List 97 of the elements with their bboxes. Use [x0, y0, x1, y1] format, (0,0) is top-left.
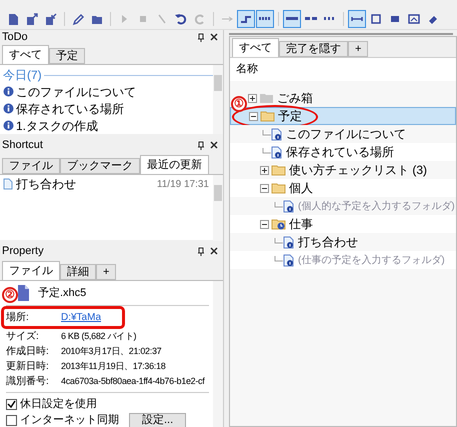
tree-label: 使い方チェックリスト (3) — [289, 162, 427, 179]
pin-icon — [197, 140, 205, 150]
timestamp: 11/19 17:31 — [156, 178, 209, 192]
dashed-line-icon — [305, 17, 317, 20]
scrollbar[interactable] — [213, 281, 223, 427]
field-label: 作成日時: — [6, 344, 50, 359]
dotted-bar-icon — [259, 17, 271, 20]
document-arrow-icon — [44, 12, 58, 26]
tab[interactable]: すべて — [232, 38, 279, 57]
tab[interactable]: + — [96, 264, 116, 280]
document-icon — [6, 12, 20, 26]
settings-button[interactable]: 設定... — [129, 412, 186, 427]
image-icon — [407, 12, 421, 26]
info-icon — [3, 103, 14, 114]
field-label: サイズ: — [6, 330, 40, 344]
close-icon — [210, 247, 218, 255]
tree-row[interactable]: 仕事 — [230, 215, 456, 233]
tab[interactable]: 最近の更新 — [140, 155, 209, 174]
undo-icon — [174, 12, 188, 26]
task-icon — [271, 146, 283, 158]
tree-label: 打ち合わせ — [298, 234, 358, 251]
scrollbar[interactable] — [213, 65, 223, 134]
tree-line-icon — [272, 238, 283, 246]
field-value: 4ca6703a-5bf80aea-1ff4-4b76-b1e2-cf — [61, 374, 204, 388]
pin-icon — [197, 32, 205, 42]
checkbox[interactable] — [6, 398, 17, 410]
tree-label: (個人的な予定を入力するフォルダ) — [298, 200, 455, 214]
tree-line-icon — [260, 148, 271, 156]
pin-icon — [197, 246, 205, 256]
tab[interactable]: ファイル — [2, 261, 60, 280]
panel-title: Shortcut — [2, 138, 44, 153]
pencil-icon — [71, 12, 85, 26]
tree-row[interactable]: 個人 — [230, 179, 456, 197]
tree-row[interactable]: 予定 — [230, 107, 456, 125]
tree-row[interactable]: 保存されている場所 — [230, 143, 456, 161]
shortcut-item[interactable]: 打ち合わせ — [16, 175, 157, 193]
task-icon — [283, 200, 295, 212]
toolbar-button[interactable] — [256, 10, 274, 28]
file-name: 予定.xhc5 — [38, 286, 86, 301]
info-icon — [3, 86, 14, 97]
panel-title: Property — [2, 244, 45, 259]
folder-icon — [271, 164, 286, 176]
toolbar-button[interactable] — [283, 10, 301, 28]
tree-line-icon — [260, 130, 271, 138]
folder-icon — [259, 92, 274, 104]
document-arrow-icon — [25, 12, 39, 26]
tab[interactable]: 詳細 — [60, 264, 96, 280]
line-icon — [286, 17, 298, 20]
tree-label: 予定 — [278, 108, 302, 125]
square-outline-icon — [369, 12, 383, 26]
location-link[interactable]: D:¥TaMa — [61, 310, 102, 325]
checkbox[interactable] — [6, 414, 17, 426]
document-icon — [3, 178, 13, 190]
file-icon — [16, 284, 30, 302]
todo-item[interactable]: このファイルについて — [16, 82, 136, 100]
tab[interactable]: 予定 — [49, 48, 85, 64]
group-heading: 今日(7) — [3, 67, 42, 84]
tree-label: (仕事の予定を入力するフォルダ) — [298, 254, 445, 268]
tab[interactable]: 完了を隠す — [279, 41, 348, 57]
tab[interactable]: ブックマーク — [60, 158, 140, 174]
field-label: 場所: — [6, 310, 30, 325]
close-icon — [210, 33, 218, 41]
tree-label: 保存されている場所 — [286, 144, 394, 161]
field-value: 2013年11月19日、17:36:18 — [61, 360, 166, 373]
panel-title: ToDo — [2, 30, 29, 45]
tree-line-icon — [272, 256, 283, 264]
toolbar-button[interactable] — [348, 10, 366, 28]
field-label: 識別番号: — [6, 374, 50, 389]
dotted-line-icon — [324, 17, 336, 20]
checkmark-icon — [7, 400, 16, 408]
task-icon — [271, 128, 283, 140]
tree-label: このファイルについて — [286, 126, 406, 143]
todo-item[interactable]: 保存されている場所 — [16, 100, 124, 118]
checkbox-label: 休日設定を使用 — [20, 396, 97, 412]
toolbar-button[interactable] — [237, 10, 255, 28]
scrollbar[interactable] — [213, 175, 223, 241]
field-label: 更新日時: — [6, 360, 50, 374]
tree-label: 仕事 — [289, 216, 313, 233]
tree-line-icon — [272, 202, 283, 210]
folder-clock-icon — [271, 218, 286, 230]
tree-label: 個人 — [289, 180, 313, 197]
todo-item[interactable]: 1.タスクの作成 — [16, 116, 98, 134]
tab[interactable]: すべて — [2, 45, 49, 64]
folder-icon — [271, 182, 286, 194]
folder-icon — [260, 110, 275, 122]
tree-label: ごみ箱 — [277, 90, 313, 107]
tab[interactable]: + — [348, 41, 368, 57]
field-value: 6 KB (5,682 バイト) — [61, 330, 136, 343]
info-icon — [3, 120, 14, 131]
column-header: 名称 — [236, 62, 258, 78]
annotation-number: ② — [2, 287, 18, 303]
task-icon — [283, 254, 295, 266]
close-icon — [210, 141, 218, 149]
task-icon — [283, 236, 295, 248]
field-value: 2010年3月17日、21:02:37 — [61, 344, 162, 358]
tab[interactable]: ファイル — [2, 158, 60, 174]
checkbox-label: インターネット同期 — [20, 412, 119, 427]
